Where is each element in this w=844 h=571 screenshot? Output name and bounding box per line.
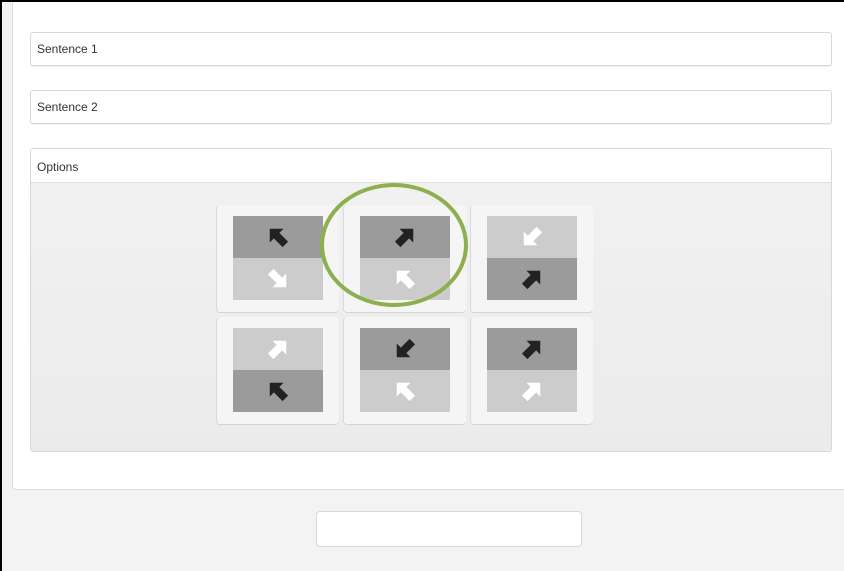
arrow-up-right-icon [521,340,541,360]
options-header: Options [31,149,831,183]
arrow-up-right-icon [521,270,541,290]
option-tile-6-bottom [487,370,577,412]
arrow-up-right-icon [394,228,414,248]
arrow-up-left-icon [269,382,289,402]
option-tile-4-bottom [233,370,323,412]
arrow-up-left-icon [396,270,416,290]
option-tile-6-top [487,328,577,370]
sentence-2-label: Sentence 2 [37,100,98,114]
option-tile-4-top [233,328,323,370]
option-tile-3-top [487,216,577,258]
arrow-down-left-icon [396,338,416,358]
options-grid [31,183,831,451]
sentence-2-field[interactable]: Sentence 2 [30,90,832,124]
option-tile-2[interactable] [343,205,466,313]
sentence-1-label: Sentence 1 [37,42,98,56]
option-tile-3[interactable] [470,205,593,313]
question-card: Sentence 1 Sentence 2 Options [12,2,844,490]
sentence-1-field[interactable]: Sentence 1 [30,32,832,66]
option-tile-5-top [360,328,450,370]
option-tile-1[interactable] [216,205,339,313]
options-label: Options [37,160,79,174]
option-tile-2-bottom [360,258,450,300]
arrow-up-left-icon [396,382,416,402]
option-tile-4[interactable] [216,317,339,425]
answer-box[interactable] [316,511,582,547]
option-tile-1-bottom [233,258,323,300]
arrow-up-left-icon [269,228,289,248]
arrow-down-right-icon [267,268,287,288]
window-frame-left [0,0,2,571]
arrow-down-left-icon [523,226,543,246]
option-tile-2-top [360,216,450,258]
options-panel: Options [30,148,832,452]
option-tile-5-bottom [360,370,450,412]
arrow-up-right-icon [521,382,541,402]
option-tile-5[interactable] [343,317,466,425]
arrow-up-right-icon [267,340,287,360]
option-tile-6[interactable] [470,317,593,425]
option-tile-1-top [233,216,323,258]
option-tile-3-bottom [487,258,577,300]
